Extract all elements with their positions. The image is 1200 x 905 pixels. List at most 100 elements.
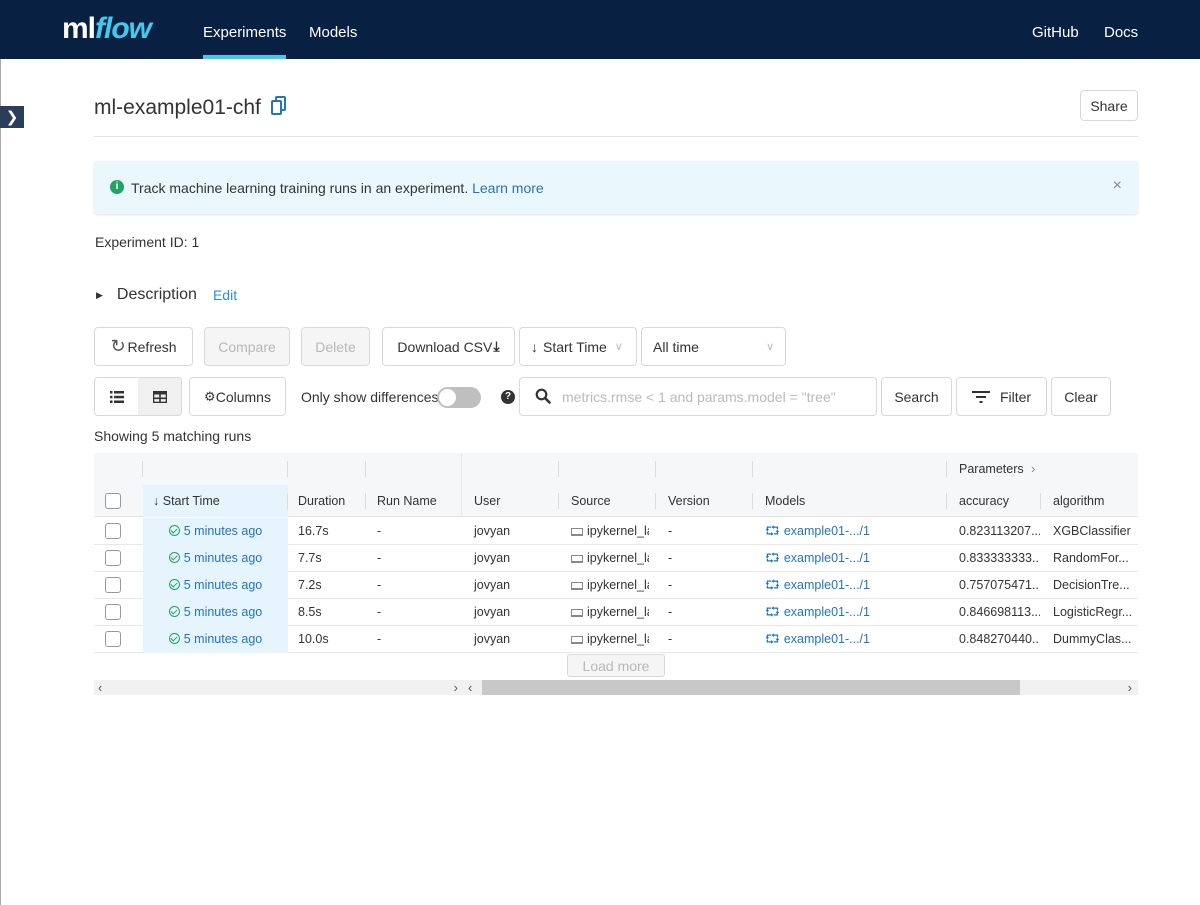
column-header-user[interactable]: User bbox=[464, 485, 500, 517]
start-time-cell[interactable]: 5 minutes ago bbox=[143, 518, 288, 545]
column-header-source[interactable]: Source bbox=[561, 485, 611, 517]
filter-button[interactable]: Filter bbox=[956, 377, 1047, 416]
learn-more-link[interactable]: Learn more bbox=[472, 180, 544, 196]
copy-icon[interactable] bbox=[270, 96, 287, 116]
mlflow-logo[interactable]: mlflow bbox=[62, 12, 152, 48]
scroll-right-icon[interactable]: › bbox=[454, 680, 458, 695]
scroll-left-icon[interactable]: ‹ bbox=[468, 680, 472, 695]
nav-docs[interactable]: Docs bbox=[1104, 0, 1138, 59]
close-icon[interactable]: × bbox=[1113, 177, 1122, 195]
model-cell[interactable]: ⮔ example01-.../1 bbox=[755, 626, 945, 653]
chevron-down-icon: ∨ bbox=[765, 341, 774, 353]
load-more-button[interactable]: Load more bbox=[567, 654, 665, 677]
experiment-name: ml-example01-chf bbox=[94, 96, 261, 119]
source-cell[interactable]: ipykernel_la bbox=[561, 545, 649, 572]
scroll-right-icon[interactable]: › bbox=[1128, 680, 1132, 695]
source-cell[interactable]: ipykernel_la bbox=[561, 599, 649, 626]
start-time-cell[interactable]: 5 minutes ago bbox=[143, 572, 288, 599]
column-headers: ↓ Start Time Duration Run Name User Sour… bbox=[94, 485, 1138, 517]
source-cell[interactable]: ipykernel_la bbox=[561, 518, 649, 545]
list-icon bbox=[109, 390, 124, 403]
row-checkbox[interactable] bbox=[105, 631, 121, 647]
column-header-version[interactable]: Version bbox=[658, 485, 710, 517]
download-icon: ⤓ bbox=[493, 338, 500, 354]
source-cell[interactable]: ipykernel_la bbox=[561, 626, 649, 653]
help-icon[interactable]: ? bbox=[501, 390, 515, 404]
row-checkbox[interactable] bbox=[105, 577, 121, 593]
table-row[interactable]: 5 minutes ago 7.7s - jovyan ipykernel_la - ⮔ ex… bbox=[94, 545, 1138, 572]
horizontal-scrollbar-main[interactable]: ‹ › bbox=[462, 680, 1138, 695]
select-all-checkbox[interactable] bbox=[105, 493, 121, 509]
column-header-accuracy[interactable]: accuracy bbox=[949, 485, 1009, 517]
model-icon: ⮔ bbox=[765, 605, 780, 619]
model-cell[interactable]: ⮔ example01-.../1 bbox=[755, 572, 945, 599]
algorithm-cell: XGBClassifier bbox=[1053, 524, 1131, 538]
table-row[interactable]: 5 minutes ago 8.5s - jovyan ipykernel_la - ⮔ ex… bbox=[94, 599, 1138, 626]
chevron-down-icon: ∨ bbox=[614, 341, 623, 353]
algorithm-cell: RandomFor... bbox=[1053, 551, 1129, 565]
version-cell: - bbox=[668, 605, 673, 619]
arrow-down-icon: ↓ bbox=[531, 338, 538, 355]
start-time-cell[interactable]: 5 minutes ago bbox=[143, 626, 288, 653]
download-csv-button[interactable]: Download CSV ⤓ bbox=[382, 327, 515, 366]
scrollbar-thumb[interactable] bbox=[482, 680, 1020, 695]
model-cell[interactable]: ⮔ example01-.../1 bbox=[755, 518, 945, 545]
scroll-left-icon[interactable]: ‹ bbox=[98, 680, 102, 695]
column-header-run-name[interactable]: Run Name bbox=[367, 485, 437, 517]
chevron-right-icon: › bbox=[1031, 462, 1036, 476]
refresh-button[interactable]: ↻ Refresh bbox=[94, 327, 193, 366]
search-input[interactable] bbox=[560, 386, 865, 408]
success-status-icon bbox=[168, 633, 180, 644]
model-icon: ⮔ bbox=[765, 524, 780, 538]
time-range-select[interactable]: All time ∨ bbox=[641, 327, 786, 366]
column-header-start-time[interactable]: ↓ Start Time bbox=[143, 485, 288, 517]
table-icon bbox=[152, 390, 167, 403]
table-row[interactable]: 5 minutes ago 16.7s - jovyan ipykernel_la - ⮔ e… bbox=[94, 518, 1138, 545]
compare-button[interactable]: Compare bbox=[204, 327, 290, 366]
row-checkbox[interactable] bbox=[105, 550, 121, 566]
row-checkbox[interactable] bbox=[105, 604, 121, 620]
model-cell[interactable]: ⮔ example01-.../1 bbox=[755, 599, 945, 626]
version-cell: - bbox=[668, 524, 673, 538]
algorithm-cell: DecisionTre... bbox=[1053, 578, 1130, 592]
expand-sidebar-button[interactable]: ❯ bbox=[0, 106, 24, 128]
column-header-duration[interactable]: Duration bbox=[288, 485, 345, 517]
column-header-models[interactable]: Models bbox=[755, 485, 805, 517]
model-icon: ⮔ bbox=[765, 551, 780, 565]
run-name-cell: - bbox=[377, 605, 382, 619]
edit-description-link[interactable]: Edit bbox=[213, 287, 237, 303]
model-cell[interactable]: ⮔ example01-.../1 bbox=[755, 545, 945, 572]
table-view-button[interactable] bbox=[138, 378, 181, 415]
page-title: ml-example01-chf bbox=[94, 96, 287, 120]
horizontal-scrollbar-pinned[interactable]: ‹ › bbox=[94, 680, 462, 695]
search-button[interactable]: Search bbox=[881, 377, 952, 416]
start-time-cell[interactable]: 5 minutes ago bbox=[143, 599, 288, 626]
description-toggle[interactable]: Description bbox=[117, 286, 197, 304]
start-time-cell[interactable]: 5 minutes ago bbox=[143, 545, 288, 572]
banner-message: Track machine learning training runs in … bbox=[131, 180, 469, 196]
caret-right-icon[interactable]: ▶ bbox=[96, 290, 103, 301]
nav-experiments[interactable]: Experiments bbox=[203, 0, 287, 59]
parameters-group-header[interactable]: Parameters › bbox=[949, 453, 1035, 485]
delete-button[interactable]: Delete bbox=[301, 327, 370, 366]
column-header-algorithm[interactable]: algorithm bbox=[1043, 485, 1104, 517]
clear-button[interactable]: Clear bbox=[1051, 377, 1111, 416]
only-differences-toggle[interactable] bbox=[437, 387, 481, 408]
experiment-id: Experiment ID: 1 bbox=[95, 234, 200, 250]
model-icon: ⮔ bbox=[765, 578, 780, 592]
source-cell[interactable]: ipykernel_la bbox=[561, 572, 649, 599]
sort-select[interactable]: ↓ Start Time ∨ bbox=[519, 327, 637, 366]
success-status-icon bbox=[168, 579, 180, 590]
user-cell: jovyan bbox=[474, 632, 511, 646]
nav-github[interactable]: GitHub bbox=[1032, 0, 1079, 59]
duration-cell: 8.5s bbox=[298, 605, 322, 619]
table-row[interactable]: 5 minutes ago 7.2s - jovyan ipykernel_la - ⮔ ex… bbox=[94, 572, 1138, 599]
version-cell: - bbox=[668, 551, 673, 565]
columns-button[interactable]: ⚙ Columns bbox=[189, 377, 286, 416]
row-checkbox[interactable] bbox=[105, 523, 121, 539]
table-row[interactable]: 5 minutes ago 10.0s - jovyan ipykernel_la - ⮔ e… bbox=[94, 626, 1138, 653]
search-icon bbox=[535, 388, 551, 404]
share-button[interactable]: Share bbox=[1080, 90, 1138, 121]
list-view-button[interactable] bbox=[95, 378, 138, 415]
nav-models[interactable]: Models bbox=[309, 0, 357, 59]
